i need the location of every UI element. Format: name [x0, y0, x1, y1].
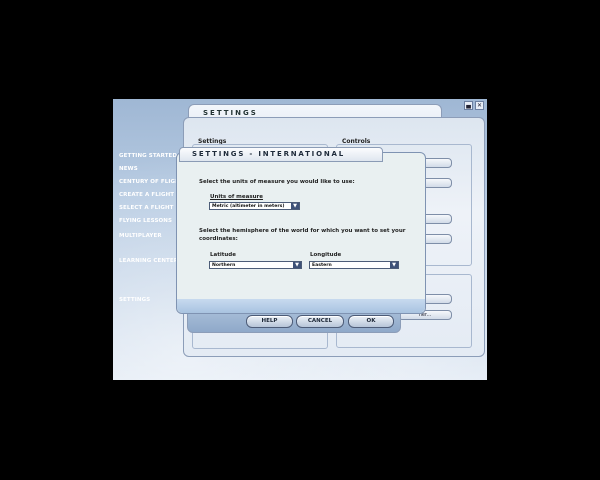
sidebar-item-century-of-flight[interactable]: CENTURY OF FLIGHT — [119, 179, 184, 185]
longitude-select-value: Eastern — [312, 263, 332, 268]
sidebar-item-multiplayer[interactable]: MULTIPLAYER — [119, 233, 162, 239]
close-button[interactable]: ✕ — [475, 101, 484, 110]
window-controls: ▄ ✕ — [464, 101, 484, 110]
controls-option-button-2[interactable] — [422, 178, 452, 188]
sidebar-item-flying-lessons[interactable]: FLYING LESSONS — [119, 218, 172, 224]
cancel-button[interactable]: CANCEL — [296, 315, 344, 328]
chevron-down-icon[interactable]: ▼ — [293, 262, 301, 268]
sidebar-item-select-a-flight[interactable]: SELECT A FLIGHT — [119, 205, 174, 211]
chevron-down-icon[interactable]: ▼ — [291, 203, 299, 209]
units-select-value: Metric (altimeter in meters) — [212, 204, 285, 209]
longitude-label: Longitude — [310, 252, 342, 258]
sidebar-item-news[interactable]: NEWS — [119, 166, 138, 172]
ok-button[interactable]: OK — [348, 315, 394, 328]
controls-option-button-3[interactable] — [422, 214, 452, 224]
international-dialog-footer — [177, 299, 425, 313]
help-button[interactable]: HELP — [246, 315, 293, 328]
latitude-select[interactable]: Northern ▼ — [209, 261, 302, 269]
controls-option-button-4[interactable] — [422, 234, 452, 244]
international-dialog-title: SETTINGS - INTERNATIONAL — [192, 150, 345, 158]
hemisphere-prompt-line2: coordinates: — [199, 236, 238, 242]
international-dialog-titlebar: SETTINGS - INTERNATIONAL — [179, 147, 383, 162]
sidebar-item-create-a-flight[interactable]: CREATE A FLIGHT — [119, 192, 174, 198]
latitude-label: Latitude — [210, 252, 236, 258]
other-option-button-1[interactable] — [422, 294, 452, 304]
settings-back-title: SETTINGS — [203, 109, 258, 117]
hemisphere-prompt-line1: Select the hemisphere of the world for w… — [199, 228, 406, 234]
longitude-select[interactable]: Eastern ▼ — [309, 261, 399, 269]
sidebar-item-learning-center[interactable]: LEARNING CENTER — [119, 258, 178, 264]
minimize-button[interactable]: ▄ — [464, 101, 473, 110]
sidebar-item-getting-started[interactable]: GETTING STARTED — [119, 153, 177, 159]
units-select[interactable]: Metric (altimeter in meters) ▼ — [209, 202, 300, 210]
international-dialog: Select the units of measure you would li… — [176, 152, 426, 314]
units-prompt: Select the units of measure you would li… — [199, 179, 355, 185]
units-label: Units of measure — [210, 194, 263, 200]
chevron-down-icon[interactable]: ▼ — [390, 262, 398, 268]
controls-option-button-1[interactable] — [422, 158, 452, 168]
latitude-select-value: Northern — [212, 263, 236, 268]
sidebar-item-settings[interactable]: SETTINGS — [119, 297, 150, 303]
